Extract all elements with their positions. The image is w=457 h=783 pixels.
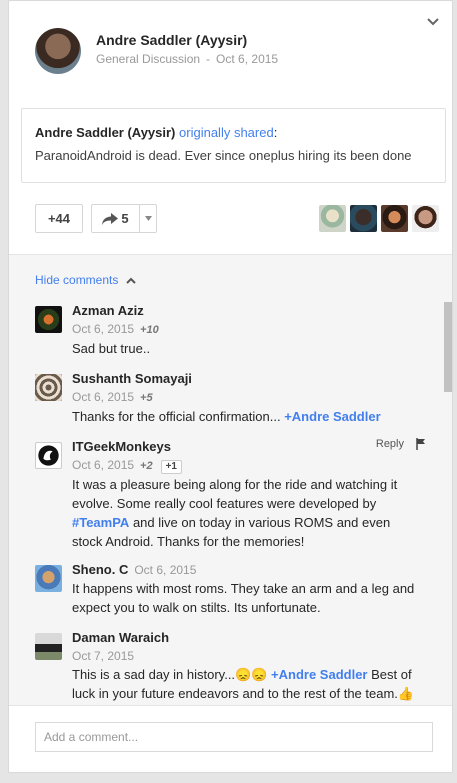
post-date[interactable]: Oct 6, 2015	[216, 52, 278, 66]
author-avatar[interactable]	[35, 28, 81, 74]
originally-shared-link[interactable]: originally shared	[179, 125, 274, 140]
commenter-avatar[interactable]	[35, 565, 62, 592]
post-meta: General Discussion - Oct 6, 2015	[96, 52, 278, 66]
author-name[interactable]: Andre Saddler (Ayysir)	[96, 32, 247, 48]
commenter-name[interactable]: Sheno. C	[72, 562, 128, 577]
share-count: 5	[121, 211, 129, 226]
mention-link[interactable]: +Andre Saddler	[284, 409, 380, 424]
comment-plus-count: +10	[140, 324, 159, 336]
hashtag-link[interactable]: #TeamPA	[72, 515, 129, 530]
comment-composer	[9, 705, 452, 772]
post-actions: +44 5	[35, 204, 439, 234]
post-card: Andre Saddler (Ayysir) General Discussio…	[8, 0, 453, 773]
commenter-name[interactable]: ITGeekMonkeys	[72, 438, 417, 456]
comment-text-part: This is a sad day in history...😞😞	[72, 667, 272, 682]
chevron-down-icon[interactable]	[426, 15, 440, 29]
comment-actions: Reply	[376, 438, 426, 450]
comment-date[interactable]: Oct 6, 2015	[72, 458, 134, 472]
share-arrow-icon	[102, 212, 119, 225]
sharer-avatar[interactable]	[350, 205, 377, 232]
comment-text: Sad but true..	[72, 341, 151, 356]
share-button[interactable]: 5	[92, 205, 140, 232]
chevron-up-icon	[126, 277, 137, 284]
comment-text: This is a sad day in history...😞😞 +Andre…	[72, 665, 417, 705]
comment-header: Sheno. C Oct 6, 2015	[72, 561, 417, 579]
comment-date[interactable]: Oct 7, 2015	[72, 649, 134, 663]
share-dropdown[interactable]	[140, 216, 156, 221]
commenter-name[interactable]: Azman Aziz	[72, 302, 417, 320]
sharers-list	[319, 205, 439, 232]
comment-text-part: It was a pleasure being along for the ri…	[72, 477, 398, 511]
sharer-avatar[interactable]	[412, 205, 439, 232]
sharer-avatar[interactable]	[319, 205, 346, 232]
flag-icon[interactable]	[416, 438, 426, 450]
comment-date[interactable]: Oct 6, 2015	[72, 390, 134, 404]
shared-attribution: Andre Saddler (Ayysir) originally shared…	[35, 125, 432, 140]
comment-plus-count: +5	[140, 392, 153, 404]
sharer-avatar[interactable]	[381, 205, 408, 232]
shared-post-box: Andre Saddler (Ayysir) originally shared…	[21, 108, 446, 183]
comment-text: It was a pleasure being along for the ri…	[72, 475, 417, 551]
comments-section: Hide comments Azman Aziz Oct 6, 2015 +10 …	[9, 254, 452, 705]
commenter-name[interactable]: Daman Waraich	[72, 629, 417, 647]
scrollbar-thumb[interactable]	[444, 302, 452, 392]
caret-down-icon	[144, 216, 152, 221]
comment-date[interactable]: Oct 6, 2015	[134, 563, 196, 577]
commenter-avatar[interactable]	[35, 633, 62, 660]
shared-colon: :	[273, 125, 278, 140]
reply-button[interactable]: Reply	[376, 438, 404, 450]
comment-text: Thanks for the official confirmation... …	[72, 407, 417, 426]
comment-text: It happens with most roms. They take an …	[72, 581, 415, 615]
mention-link[interactable]: +Andre Saddler	[271, 667, 367, 682]
hide-comments-label: Hide comments	[35, 273, 119, 287]
comment-date[interactable]: Oct 6, 2015	[72, 322, 134, 336]
shared-text: ParanoidAndroid is dead. Ever since onep…	[35, 148, 412, 163]
comment-plus-count: +2	[140, 460, 153, 472]
plus-one-button[interactable]: +44	[35, 204, 83, 233]
add-comment-input[interactable]	[35, 722, 433, 752]
post-category[interactable]: General Discussion	[96, 52, 200, 66]
meta-separator: -	[206, 52, 211, 66]
commenter-avatar[interactable]	[35, 442, 62, 469]
comments-scrollbar[interactable]	[444, 302, 452, 705]
shared-author[interactable]: Andre Saddler (Ayysir)	[35, 125, 175, 140]
commenter-name[interactable]: Sushanth Somayaji	[72, 370, 417, 388]
share-button-group: 5	[91, 204, 157, 233]
commenter-avatar[interactable]	[35, 374, 62, 401]
comment-text-part: Thanks for the official confirmation...	[72, 409, 285, 424]
plus-one-comment-button[interactable]: +1	[160, 460, 182, 474]
post-header: Andre Saddler (Ayysir) General Discussio…	[9, 1, 452, 101]
hide-comments-link[interactable]: Hide comments	[35, 273, 137, 287]
commenter-avatar[interactable]	[35, 306, 62, 333]
